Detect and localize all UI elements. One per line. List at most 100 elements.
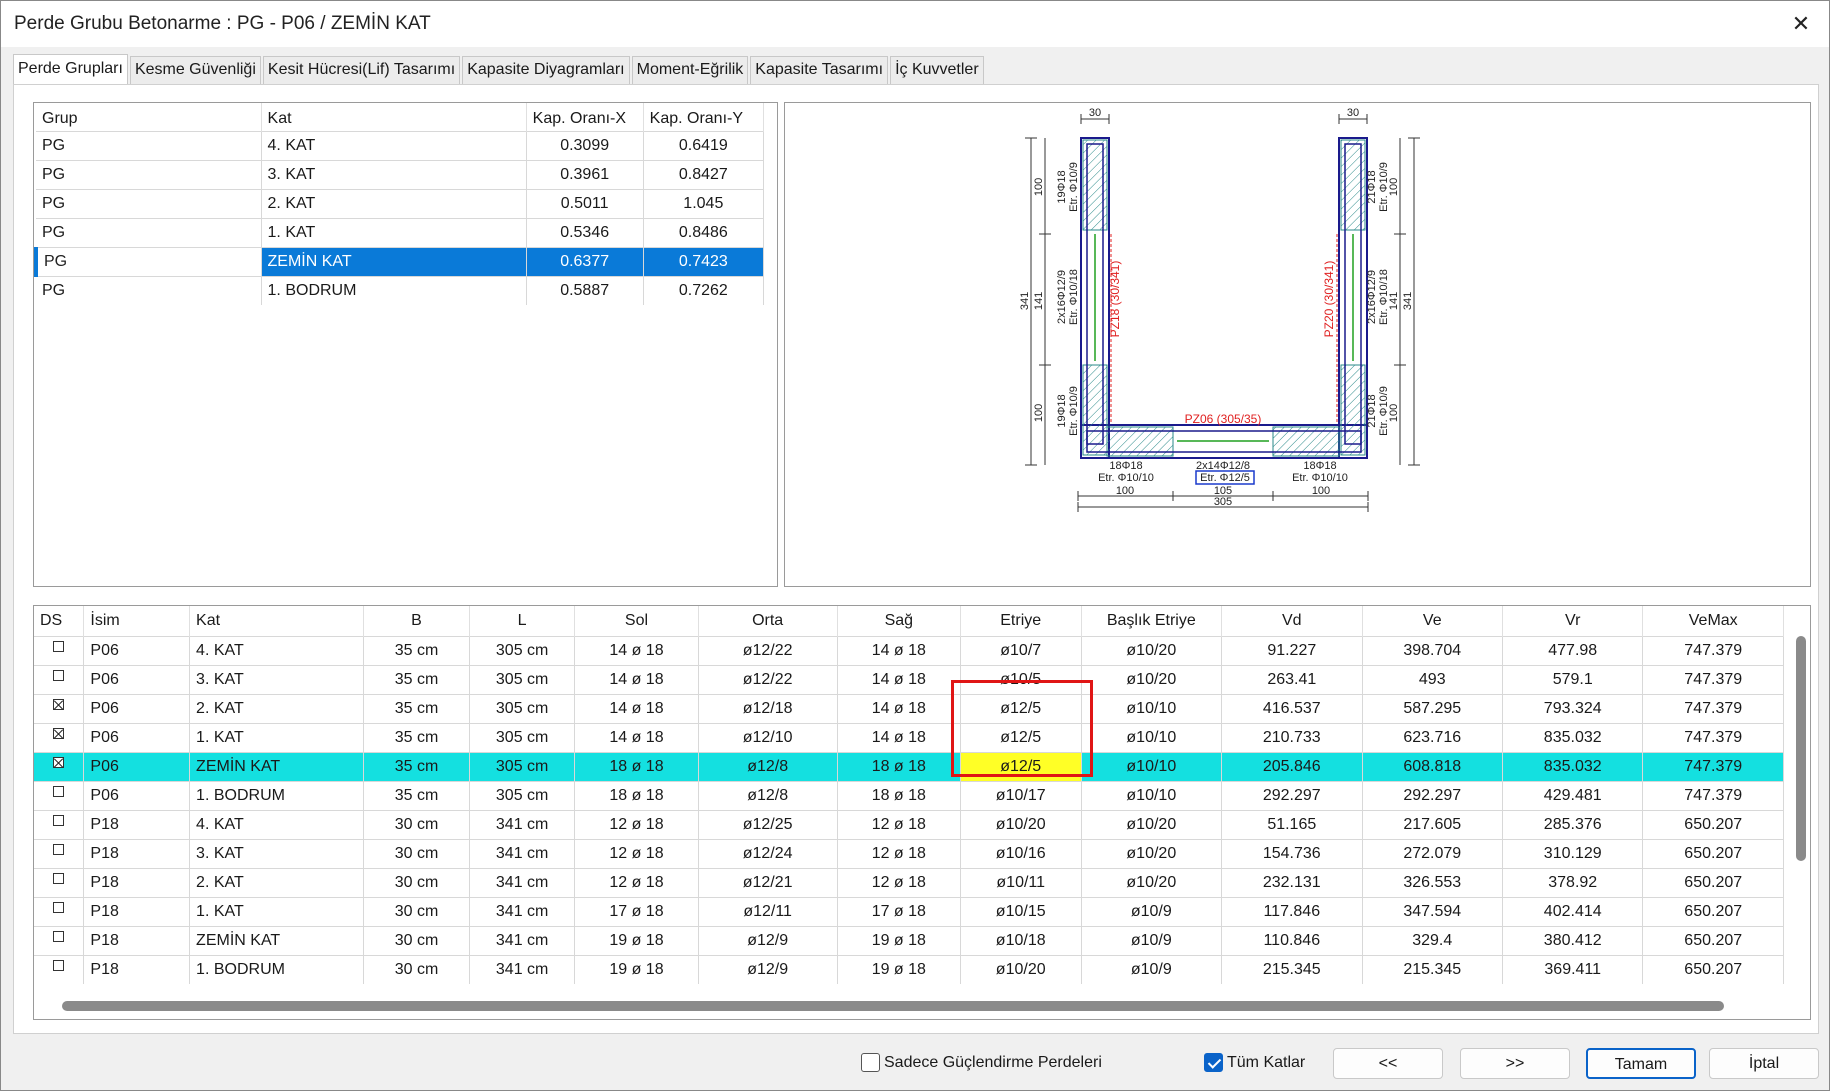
dim-right-341: 341 — [1402, 292, 1414, 310]
results-table-header[interactable]: L — [469, 606, 576, 636]
results-table-cell: 14 ø 18 — [574, 722, 699, 752]
wall-results-table[interactable]: DS İsim Kat B L Sol Orta Sağ Etriye Başlık Etriye… — [33, 605, 1811, 1020]
prev-button[interactable]: << — [1333, 1048, 1443, 1079]
ds-checkbox[interactable] — [34, 635, 85, 665]
results-table-row[interactable]: P06 1. BODRUM 35 cm 305 cm 18 ø 18 ø12/8 18 ø … — [34, 780, 1784, 810]
results-table-cell: P06 — [83, 635, 191, 665]
results-table-row[interactable]: P06 ZEMİN KAT 35 cm 305 cm 18 ø 18 ø12/8 18 ø … — [34, 751, 1784, 781]
left-bot-stirrup: Etr. Φ10/9 — [1068, 386, 1080, 436]
group-table-row[interactable]: PG 1. BODRUM 0.5887 0.7262 — [36, 275, 765, 305]
tab-kapasite-diyagramlari[interactable]: Kapasite Diyagramları — [462, 56, 630, 84]
results-table-cell: ø10/20 — [1081, 809, 1223, 839]
tab-ic-kuvvetler[interactable]: İç Kuvvetler — [890, 56, 984, 84]
results-table-cell: 30 cm — [363, 954, 470, 984]
ds-checkbox[interactable] — [34, 664, 85, 694]
results-table-row[interactable]: P18 ZEMİN KAT 30 cm 341 cm 19 ø 18 ø12/9 19 ø … — [34, 925, 1784, 955]
tab-kapasite-tasarimi[interactable]: Kapasite Tasarımı — [750, 56, 889, 84]
cancel-button[interactable]: İptal — [1709, 1048, 1819, 1079]
results-table-header[interactable]: Vr — [1502, 606, 1644, 636]
results-table-cell: ø10/20 — [1081, 664, 1223, 694]
checkbox-checked-icon — [1204, 1053, 1223, 1072]
group-table-row[interactable]: PG 3. KAT 0.3961 0.8427 — [36, 159, 765, 189]
group-table-header[interactable]: Grup — [36, 103, 262, 131]
group-table-cell: 0.6377 — [526, 246, 644, 276]
results-table-row[interactable]: P18 3. KAT 30 cm 341 cm 12 ø 18 ø12/24 12 ø 18… — [34, 838, 1784, 868]
tab-kesme-guvenligi[interactable]: Kesme Güvenliği — [129, 56, 261, 84]
results-table-cell: 305 cm — [469, 664, 576, 694]
ds-checkbox[interactable] — [34, 780, 85, 810]
tab-perde-gruplari[interactable]: Perde Grupları — [13, 54, 128, 84]
group-table[interactable]: Grup Kat Kap. Oranı-X Kap. Oranı-Y PG 4. KAT… — [33, 102, 778, 587]
results-table-row[interactable]: P06 1. KAT 35 cm 305 cm 14 ø 18 ø12/10 14 ø 18… — [34, 722, 1784, 752]
ds-checkbox[interactable] — [34, 954, 85, 984]
left-mid-bars: 2x16Φ12/9 — [1056, 270, 1068, 324]
label-pz20: PZ20 (30/341) — [1322, 261, 1336, 338]
results-table-header[interactable]: İsim — [83, 606, 191, 636]
results-table-cell: 110.846 — [1221, 925, 1363, 955]
results-table-row[interactable]: P18 1. KAT 30 cm 341 cm 17 ø 18 ø12/11 17 ø 18… — [34, 896, 1784, 926]
results-table-cell: 12 ø 18 — [837, 838, 961, 868]
horizontal-scrollbar[interactable] — [62, 1001, 1724, 1011]
ds-checkbox[interactable] — [34, 838, 85, 868]
results-table-cell: 14 ø 18 — [574, 635, 699, 665]
results-table-cell: 154.736 — [1221, 838, 1363, 868]
dialog-footer: Sadece Güçlendirme Perdeleri Tüm Katlar … — [1, 1041, 1829, 1091]
results-table-cell: ø10/20 — [1081, 838, 1223, 868]
results-table-header[interactable]: B — [363, 606, 470, 636]
results-table-cell: 14 ø 18 — [574, 693, 699, 723]
all-floors-checkbox[interactable]: Tüm Katlar — [1204, 1053, 1305, 1072]
ds-checkbox[interactable] — [34, 751, 85, 781]
results-table-row[interactable]: P18 1. BODRUM 30 cm 341 cm 19 ø 18 ø12/9 19 ø … — [34, 954, 1784, 984]
results-table-cell: 329.4 — [1362, 925, 1503, 955]
results-table-cell: ø12/9 — [698, 925, 838, 955]
results-table-header[interactable]: Sol — [574, 606, 699, 636]
results-table-header[interactable]: Başlık Etriye — [1081, 606, 1223, 636]
results-table-cell: 747.379 — [1642, 693, 1784, 723]
results-table-cell: 416.537 — [1221, 693, 1363, 723]
tab-kesit-hucresi[interactable]: Kesit Hücresi(Lif) Tasarımı — [262, 56, 461, 84]
ds-checkbox[interactable] — [34, 925, 85, 955]
results-table-header[interactable]: VeMax — [1642, 606, 1784, 636]
results-table-header[interactable]: Kat — [189, 606, 365, 636]
group-table-header[interactable]: Kat — [261, 103, 527, 131]
ds-checkbox[interactable] — [34, 722, 85, 752]
results-table-cell: 30 cm — [363, 896, 470, 926]
results-table-header[interactable]: Etriye — [960, 606, 1082, 636]
results-table-row[interactable]: P06 3. KAT 35 cm 305 cm 14 ø 18 ø12/22 14 ø 18… — [34, 664, 1784, 694]
tab-moment-egrilik[interactable]: Moment-Eğrilik — [631, 56, 749, 84]
results-table-cell: 341 cm — [469, 896, 576, 926]
results-table-header[interactable]: Sağ — [837, 606, 961, 636]
ds-checkbox[interactable] — [34, 896, 85, 926]
results-table-cell: 14 ø 18 — [837, 635, 961, 665]
group-table-row[interactable]: PG ZEMİN KAT 0.6377 0.7423 — [34, 246, 765, 276]
ds-checkbox[interactable] — [34, 867, 85, 897]
results-table-header[interactable]: DS — [34, 606, 85, 636]
vertical-scrollbar[interactable] — [1796, 636, 1806, 861]
next-button[interactable]: >> — [1460, 1048, 1570, 1079]
dim-bot-100b: 100 — [1312, 485, 1330, 497]
group-table-cell: 0.5011 — [526, 188, 644, 218]
group-table-header[interactable]: Kap. Oranı-Y — [643, 103, 765, 131]
close-icon[interactable]: ✕ — [1787, 10, 1815, 38]
group-table-row[interactable]: PG 2. KAT 0.5011 1.045 — [36, 188, 765, 218]
ds-checkbox[interactable] — [34, 809, 85, 839]
results-table-cell: 4. KAT — [189, 635, 365, 665]
group-table-row[interactable]: PG 4. KAT 0.3099 0.6419 — [36, 130, 765, 160]
results-table-row[interactable]: P06 4. KAT 35 cm 305 cm 14 ø 18 ø12/22 14 ø 18… — [34, 635, 1784, 665]
only-strengthening-checkbox[interactable]: Sadece Güçlendirme Perdeleri — [861, 1053, 1102, 1072]
results-table-header[interactable]: Orta — [698, 606, 838, 636]
results-table-row[interactable]: P06 2. KAT 35 cm 305 cm 14 ø 18 ø12/18 14 ø 18… — [34, 693, 1784, 723]
dim-left-341: 341 — [1019, 292, 1031, 310]
group-table-header[interactable]: Kap. Oranı-X — [526, 103, 644, 131]
results-table-cell: ø12/22 — [698, 635, 838, 665]
results-table-header[interactable]: Ve — [1362, 606, 1503, 636]
results-table-cell: ø10/7 — [960, 635, 1082, 665]
checkbox-checked-icon — [53, 756, 65, 768]
results-table-cell: ø10/9 — [1081, 925, 1223, 955]
results-table-row[interactable]: P18 4. KAT 30 cm 341 cm 12 ø 18 ø12/25 12 ø 18… — [34, 809, 1784, 839]
results-table-row[interactable]: P18 2. KAT 30 cm 341 cm 12 ø 18 ø12/21 12 ø 18… — [34, 867, 1784, 897]
results-table-header[interactable]: Vd — [1221, 606, 1363, 636]
group-table-row[interactable]: PG 1. KAT 0.5346 0.8486 — [36, 217, 765, 247]
ds-checkbox[interactable] — [34, 693, 85, 723]
ok-button[interactable]: Tamam — [1586, 1048, 1696, 1079]
